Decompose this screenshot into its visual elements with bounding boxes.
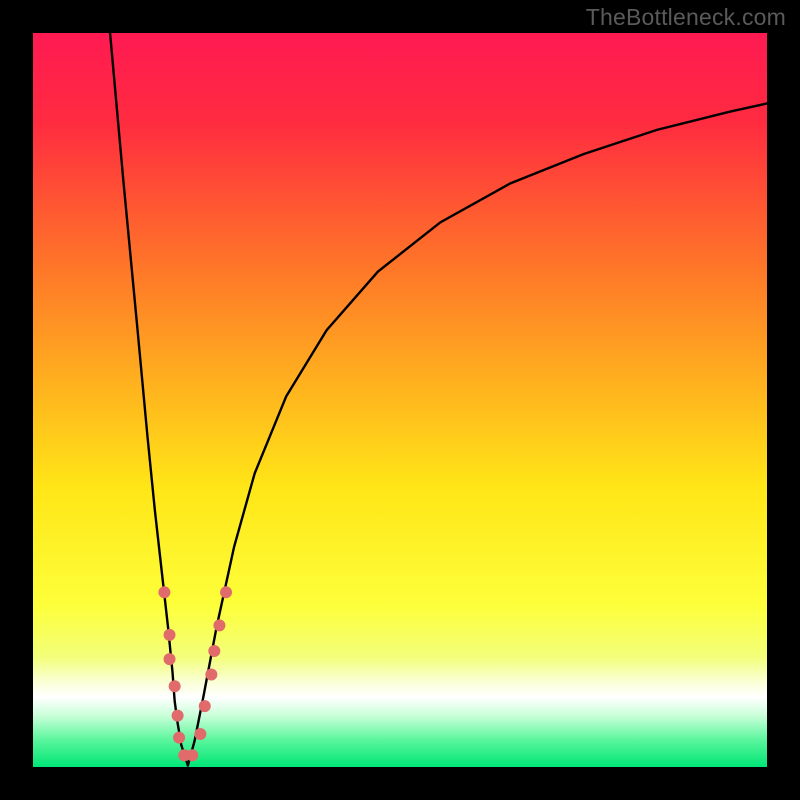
- data-dot: [172, 710, 184, 722]
- data-dot: [208, 645, 220, 657]
- data-dot: [169, 680, 181, 692]
- data-dot: [199, 700, 211, 712]
- data-dot: [186, 749, 198, 761]
- curve-right-branch: [188, 103, 767, 765]
- data-dot: [205, 669, 217, 681]
- chart-curve-layer: [33, 33, 767, 767]
- data-dot: [173, 732, 185, 744]
- curve-left-branch: [110, 33, 188, 766]
- data-dot: [158, 586, 170, 598]
- watermark-text: TheBottleneck.com: [586, 4, 786, 31]
- data-dot: [220, 586, 232, 598]
- data-dot: [213, 619, 225, 631]
- data-dot: [194, 728, 206, 740]
- data-dot: [164, 653, 176, 665]
- data-dot: [164, 629, 176, 641]
- plot-area: [33, 33, 767, 767]
